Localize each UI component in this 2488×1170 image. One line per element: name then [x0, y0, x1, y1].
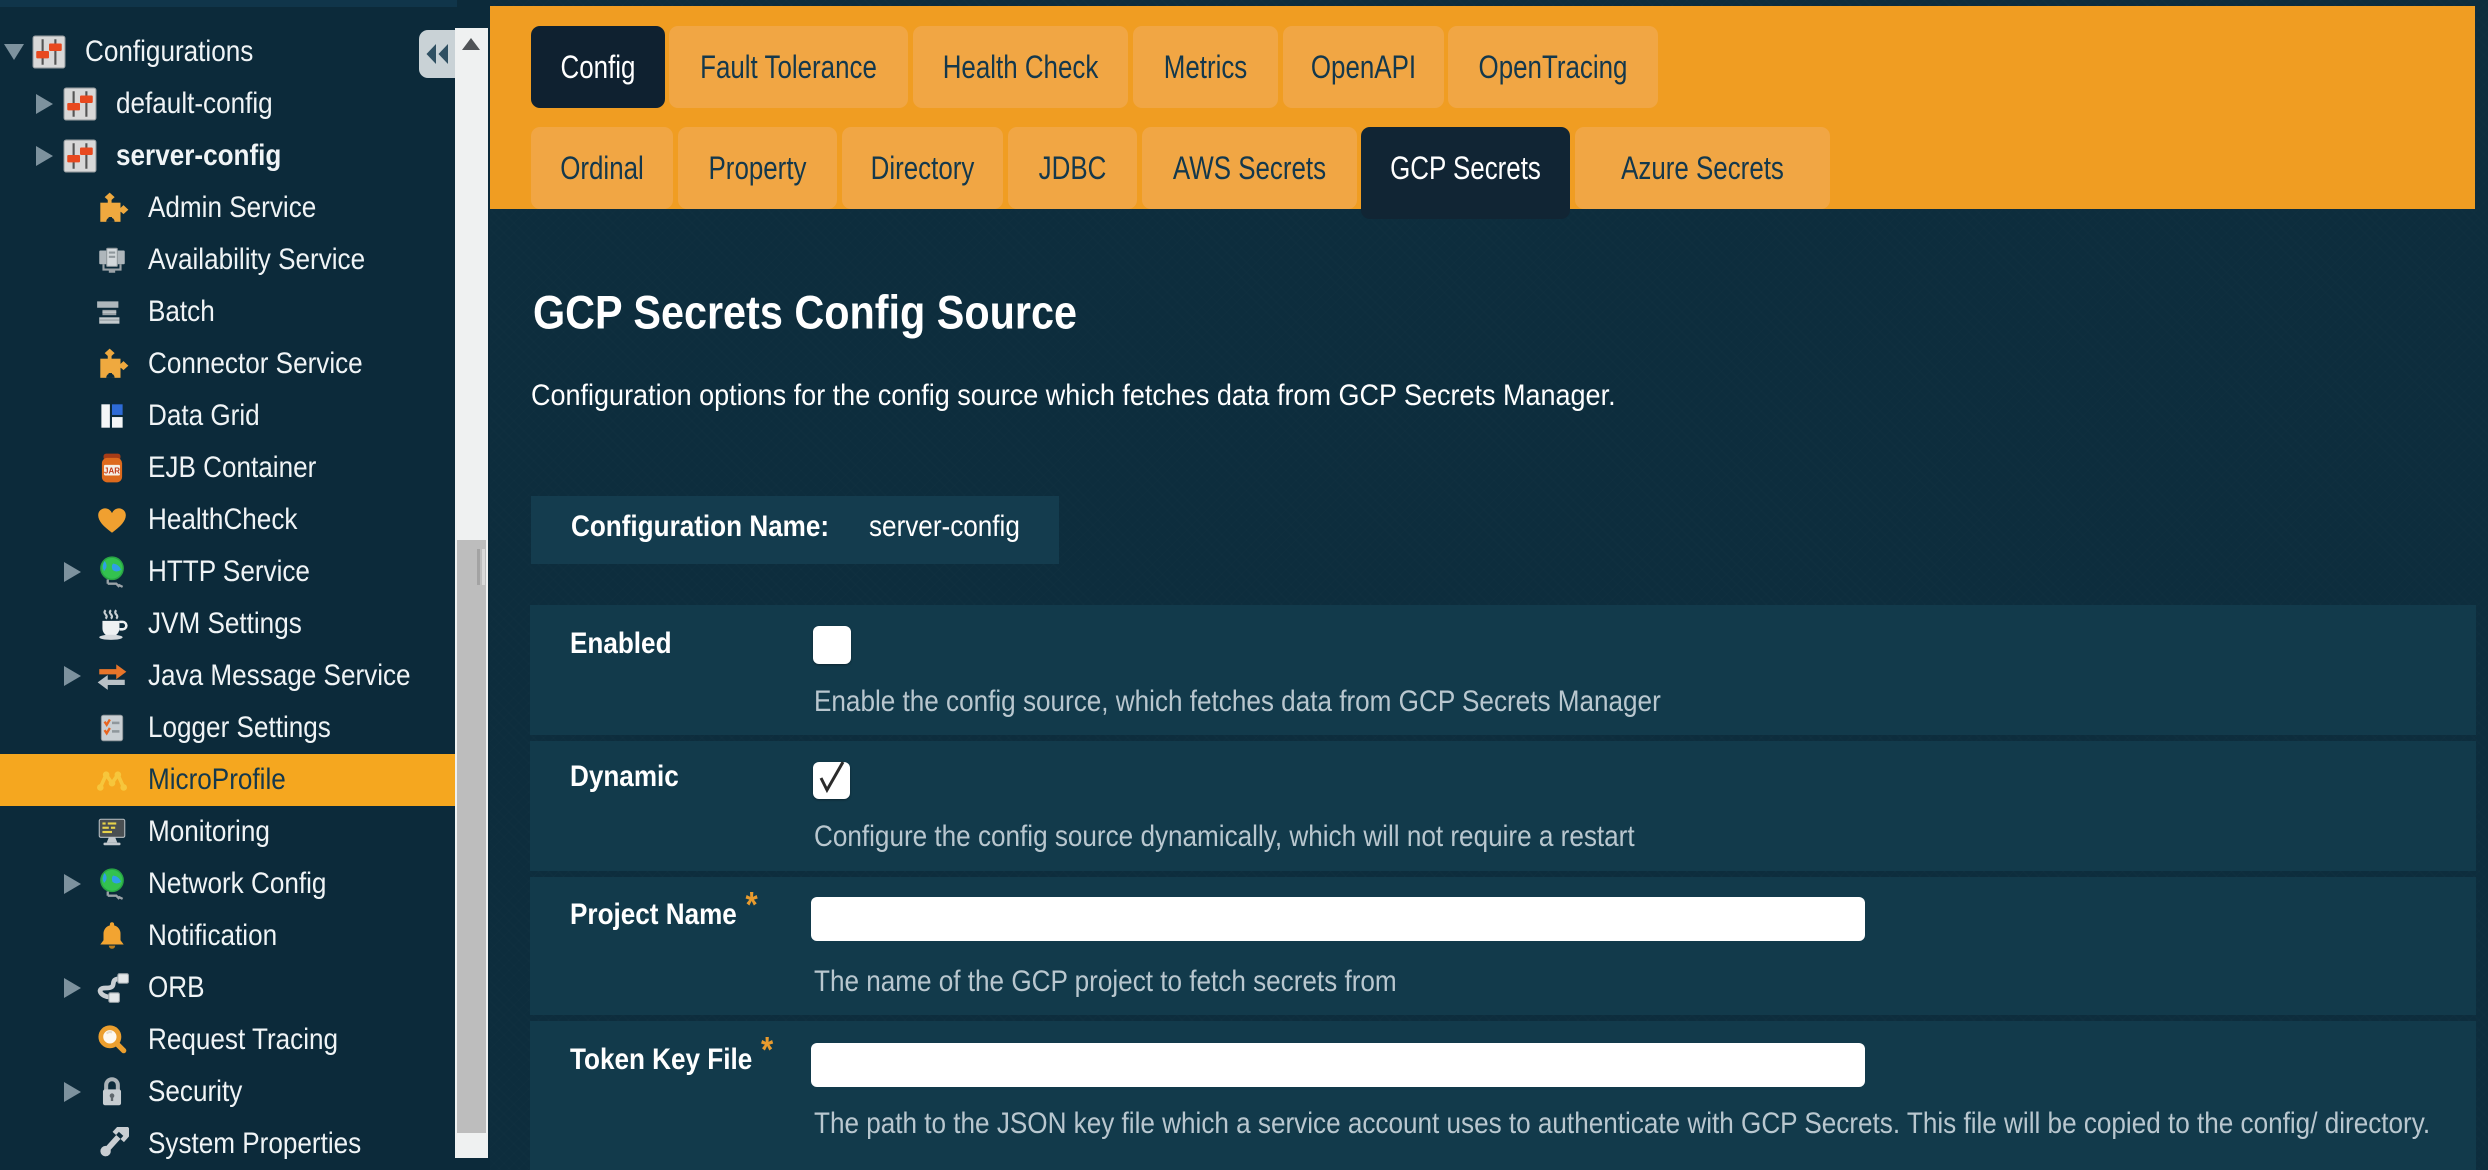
svg-text:JAR: JAR [104, 466, 120, 475]
